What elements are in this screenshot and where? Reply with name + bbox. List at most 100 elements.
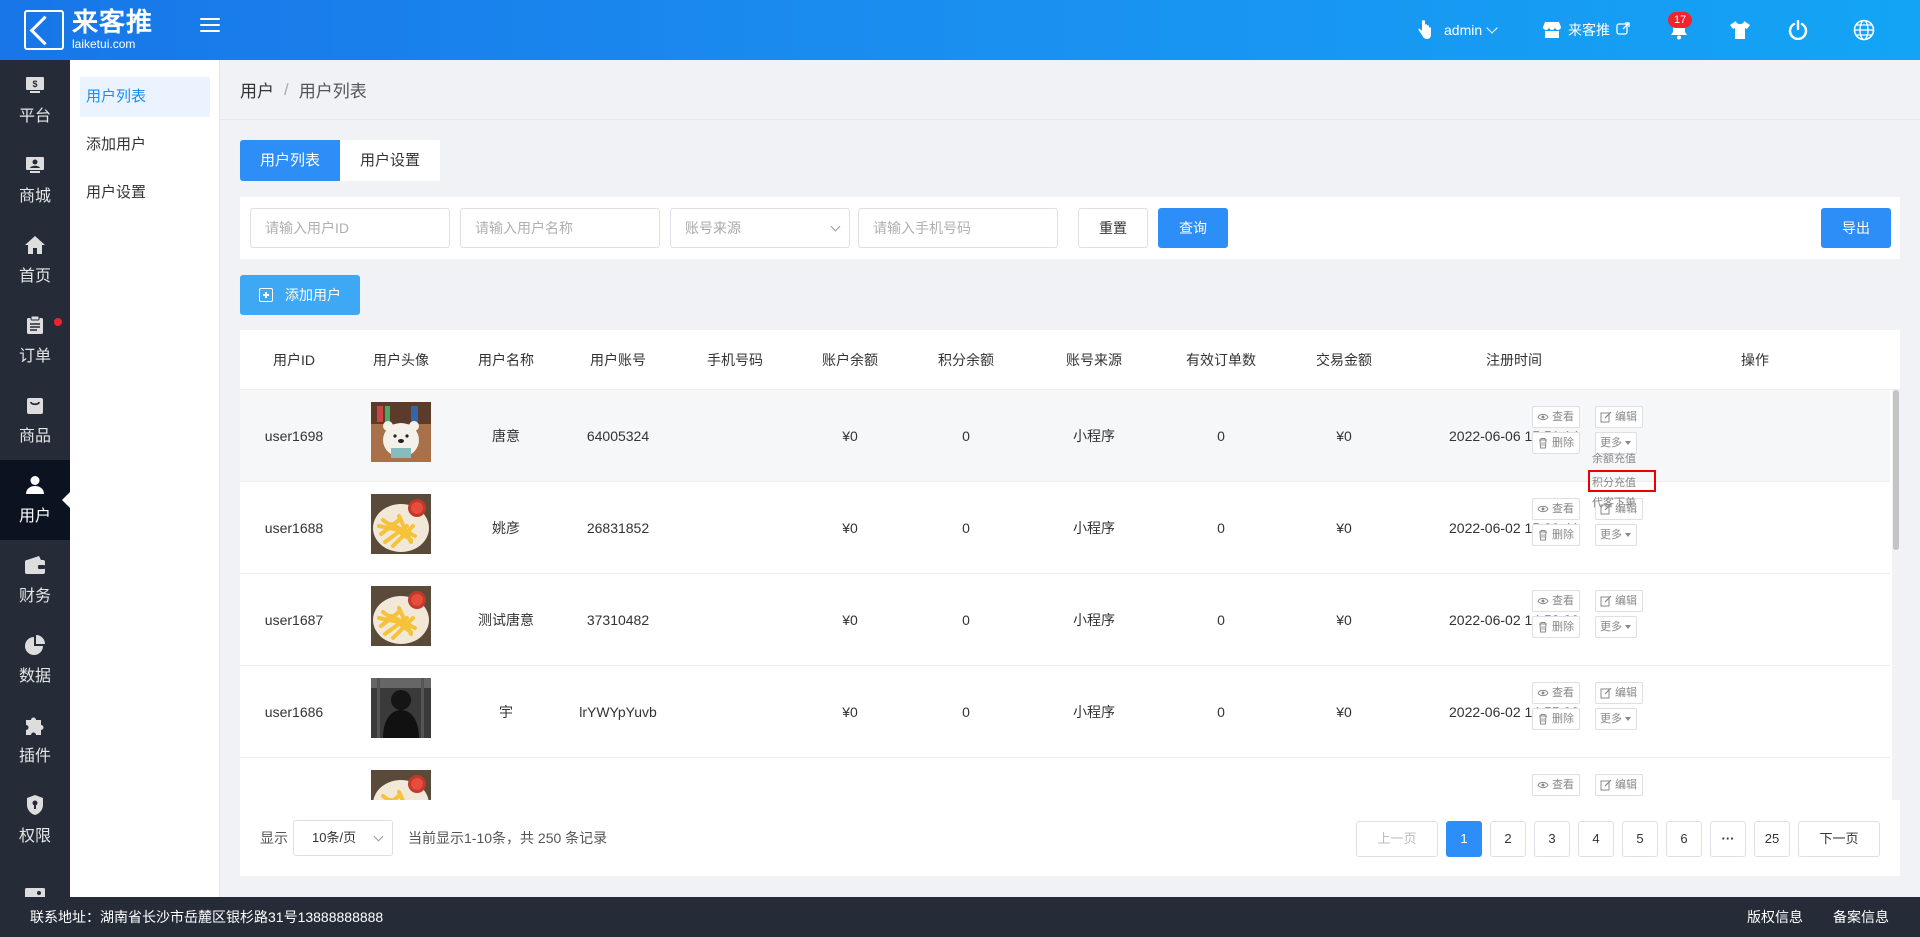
record-summary: 当前显示1-10条，共 250 条记录 xyxy=(408,830,608,846)
page-3[interactable]: 3 xyxy=(1534,821,1570,857)
nav-item-products[interactable]: 商品 xyxy=(0,380,70,460)
admin-menu[interactable]: admin xyxy=(1412,0,1498,60)
dropdown-item[interactable]: 余额充值 xyxy=(1592,448,1656,470)
image-icon xyxy=(24,886,46,897)
edit-button[interactable]: 编辑 xyxy=(1595,590,1643,612)
subnav-item-add-user[interactable]: 添加用户 xyxy=(80,125,210,165)
edit-button[interactable]: 编辑 xyxy=(1595,682,1643,704)
delete-button[interactable]: 删除 xyxy=(1532,708,1580,730)
op-label: 删除 xyxy=(1552,437,1574,449)
cell-points: 0 xyxy=(962,520,970,536)
query-button[interactable]: 查询 xyxy=(1158,208,1228,248)
export-button[interactable]: 导出 xyxy=(1821,208,1891,248)
user-name-input[interactable] xyxy=(460,208,660,248)
delete-button[interactable]: 删除 xyxy=(1532,432,1580,454)
table-scrollbar[interactable] xyxy=(1892,390,1900,800)
page-ellipsis[interactable]: ··· xyxy=(1710,821,1746,857)
subnav-item-user-settings[interactable]: 用户设置 xyxy=(80,173,210,213)
record-link[interactable]: 备案信息 xyxy=(1833,897,1889,937)
logo[interactable]: 来客推 laiketui.com xyxy=(24,8,154,52)
page-size-value: 10条/页 xyxy=(312,830,357,845)
page-size-select[interactable]: 10条/页 xyxy=(293,820,393,856)
nav-item-mall[interactable]: 商城 xyxy=(0,140,70,220)
nav-item-home[interactable]: 首页 xyxy=(0,220,70,300)
tab-user-settings[interactable]: 用户设置 xyxy=(340,140,441,181)
store-link[interactable]: 来客推 xyxy=(1540,0,1630,60)
page-6[interactable]: 6 xyxy=(1666,821,1702,857)
view-button[interactable]: 查看 xyxy=(1532,590,1580,612)
clipboard-icon xyxy=(24,314,46,336)
edit-button[interactable]: 编辑 xyxy=(1595,406,1643,428)
op-label: 编辑 xyxy=(1615,595,1637,607)
menu-toggle-icon[interactable] xyxy=(200,18,220,34)
more-button[interactable]: 更多 xyxy=(1595,616,1637,638)
view-button[interactable]: 查看 xyxy=(1532,774,1580,796)
nav-label: 插件 xyxy=(18,748,51,765)
next-page-button[interactable]: 下一页 xyxy=(1798,821,1880,857)
cell-source: 小程序 xyxy=(1073,428,1115,444)
phone-input[interactable] xyxy=(858,208,1058,248)
col-register-time: 注册时间 xyxy=(1486,352,1542,368)
breadcrumb-root[interactable]: 用户 xyxy=(240,77,274,102)
scrollbar-thumb[interactable] xyxy=(1893,390,1899,550)
tab-user-list[interactable]: 用户列表 xyxy=(240,140,341,181)
more-button[interactable]: 更多 xyxy=(1595,524,1637,546)
nav-item-users[interactable]: 用户 xyxy=(0,460,70,540)
edit-button[interactable]: 编辑 xyxy=(1595,774,1643,796)
nav-item-data[interactable]: 数据 xyxy=(0,620,70,700)
page-1[interactable]: 1 xyxy=(1446,821,1482,857)
page-last[interactable]: 25 xyxy=(1754,821,1790,857)
user-id-input[interactable] xyxy=(250,208,450,248)
view-button[interactable]: 查看 xyxy=(1532,682,1580,704)
page-5[interactable]: 5 xyxy=(1622,821,1658,857)
trash-icon xyxy=(1537,529,1549,541)
trash-icon xyxy=(1537,437,1549,449)
nav-notification-dot xyxy=(54,318,62,326)
globe-icon[interactable] xyxy=(1853,0,1875,60)
nav-item-finance[interactable]: 财务 xyxy=(0,540,70,620)
add-user-button[interactable]: 添加用户 xyxy=(240,275,360,315)
more-button[interactable]: 更多 xyxy=(1595,708,1637,730)
nav-label: 数据 xyxy=(18,668,51,685)
nav-label: 首页 xyxy=(18,268,51,285)
dropdown-item[interactable]: 积分充值 xyxy=(1588,470,1656,492)
dollar-card-icon: $ xyxy=(24,74,46,96)
notification-badge: 17 xyxy=(1668,12,1693,28)
cell-account: 64005324 xyxy=(586,428,650,444)
col-account: 用户账号 xyxy=(590,352,646,368)
subnav-item-user-list[interactable]: 用户列表 xyxy=(80,77,210,117)
power-icon[interactable] xyxy=(1788,0,1808,60)
reset-button[interactable]: 重置 xyxy=(1078,208,1148,248)
col-amount: 交易金额 xyxy=(1316,352,1372,368)
cell-account: 37310482 xyxy=(586,612,650,628)
eye-icon xyxy=(1537,687,1549,699)
nav-item-orders[interactable]: 订单 xyxy=(0,300,70,380)
view-button[interactable]: 查看 xyxy=(1532,406,1580,428)
account-source-select[interactable]: 账号来源 xyxy=(670,208,850,248)
copyright-link[interactable]: 版权信息 xyxy=(1747,897,1803,937)
delete-button[interactable]: 删除 xyxy=(1532,616,1580,638)
op-label: 查看 xyxy=(1552,595,1574,607)
mall-icon xyxy=(24,154,46,176)
breadcrumb-separator: / xyxy=(284,79,289,99)
nav-item-media[interactable] xyxy=(0,860,70,897)
delete-button[interactable]: 删除 xyxy=(1532,524,1580,546)
tshirt-icon[interactable] xyxy=(1729,0,1751,60)
notification-bell-icon[interactable] xyxy=(1670,0,1688,60)
user-avatar xyxy=(371,770,431,800)
view-button[interactable]: 查看 xyxy=(1532,498,1580,520)
page-2[interactable]: 2 xyxy=(1490,821,1526,857)
user-icon xyxy=(24,474,46,496)
prev-page-button[interactable]: 上一页 xyxy=(1356,821,1438,857)
user-avatar xyxy=(371,402,431,462)
pie-chart-icon xyxy=(24,634,46,656)
store-name: 来客推 xyxy=(1568,22,1610,38)
dropdown-item[interactable]: 代客下单 xyxy=(1592,492,1656,514)
page-4[interactable]: 4 xyxy=(1578,821,1614,857)
nav-item-permissions[interactable]: 权限 xyxy=(0,780,70,860)
nav-item-platform[interactable]: $ 平台 xyxy=(0,60,70,140)
add-user-label: 添加用户 xyxy=(285,287,341,303)
bag-icon xyxy=(24,394,46,416)
nav-item-plugins[interactable]: 插件 xyxy=(0,700,70,780)
pagination: 显示 10条/页 当前显示1-10条，共 250 条记录 上一页 1 2 3 4… xyxy=(240,800,1900,876)
